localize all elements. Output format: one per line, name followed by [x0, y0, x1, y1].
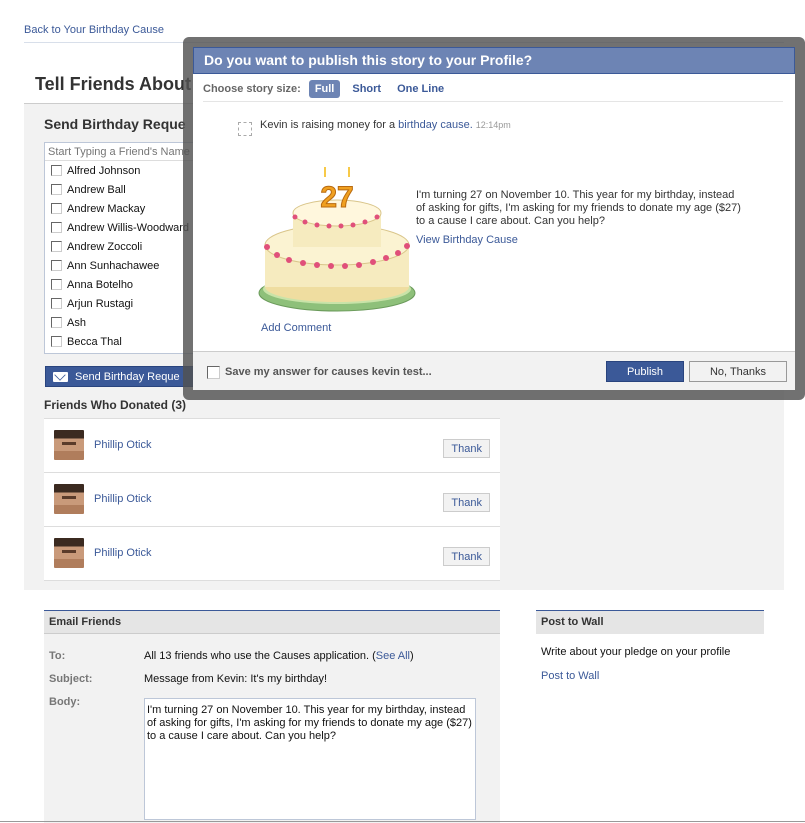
donor-row: Phillip Otick Thank: [44, 527, 500, 581]
friend-name: Arjun Rustagi: [67, 297, 134, 310]
friend-list: Alfred Johnson Andrew Ball Andrew Mackay An…: [45, 161, 203, 351]
thank-button[interactable]: Thank: [443, 439, 490, 458]
to-label: To:: [49, 650, 66, 662]
friend-checkbox[interactable]: [51, 279, 62, 290]
subject-value[interactable]: Message from Kevin: It's my birthday!: [144, 673, 327, 685]
friends-donated-title: Friends Who Donated (3): [44, 398, 186, 412]
save-answer-label: Save my answer for causes kevin test...: [225, 366, 432, 378]
story-body-text: I'm turning 27 on November 10. This year…: [416, 189, 741, 227]
friend-checkbox[interactable]: [51, 317, 62, 328]
thank-button[interactable]: Thank: [443, 547, 490, 566]
send-requests-title: Send Birthday Reque: [44, 116, 186, 132]
email-body-textarea[interactable]: I'm turning 27 on November 10. This year…: [144, 698, 476, 820]
birthday-cake-image: 27: [258, 167, 416, 312]
friend-checkbox[interactable]: [51, 222, 62, 233]
friend-name: Ann Sunhachawee: [67, 259, 160, 272]
publish-story-dialog: Do you want to publish this story to you…: [193, 47, 795, 390]
add-comment-link[interactable]: Add Comment: [261, 322, 331, 334]
donor-list: Phillip Otick Thank Phillip Otick Thank Phil…: [44, 418, 500, 581]
size-option-short[interactable]: Short: [352, 83, 381, 95]
avatar[interactable]: [54, 538, 84, 568]
thank-button[interactable]: Thank: [443, 493, 490, 512]
friend-name: Andrew Zoccoli: [67, 240, 143, 253]
send-birthday-requests-button[interactable]: Send Birthday Reque: [45, 366, 195, 387]
to-suffix: ): [410, 650, 414, 662]
size-option-full[interactable]: Full: [308, 80, 341, 98]
dialog-footer: Save my answer for causes kevin test... …: [193, 351, 795, 390]
dialog-title: Do you want to publish this story to you…: [193, 47, 795, 74]
friend-row[interactable]: Ash: [45, 313, 203, 332]
friend-name: Ash: [67, 316, 86, 329]
post-to-wall-link[interactable]: Post to Wall: [541, 670, 599, 682]
friend-checkbox[interactable]: [51, 203, 62, 214]
friend-name: Alfred Johnson: [67, 164, 141, 177]
to-text: All 13 friends who use the Causes applic…: [144, 650, 376, 662]
friend-search-input[interactable]: [45, 143, 203, 161]
publish-button[interactable]: Publish: [606, 361, 684, 382]
story-timestamp: 12:14pm: [475, 120, 511, 130]
friend-name: Andrew Mackay: [67, 202, 146, 215]
friend-checkbox[interactable]: [51, 184, 62, 195]
no-thanks-button[interactable]: No, Thanks: [689, 361, 787, 382]
to-value: All 13 friends who use the Causes applic…: [144, 650, 414, 662]
story-prefix: Kevin is raising money for a: [260, 119, 399, 131]
donor-row: Phillip Otick Thank: [44, 473, 500, 527]
friend-checkbox[interactable]: [51, 241, 62, 252]
friend-checkbox[interactable]: [51, 165, 62, 176]
divider: [203, 101, 783, 102]
send-button-label: Send Birthday Reque: [75, 370, 180, 383]
friend-row[interactable]: Becca Thal: [45, 332, 203, 351]
avatar[interactable]: [54, 430, 84, 460]
donor-name-link[interactable]: Phillip Otick: [94, 493, 151, 505]
friend-row[interactable]: Andrew Mackay: [45, 199, 203, 218]
birthday-cause-link[interactable]: birthday cause.: [398, 119, 473, 131]
friend-row[interactable]: Ann Sunhachawee: [45, 256, 203, 275]
friend-checkbox[interactable]: [51, 336, 62, 347]
see-all-link[interactable]: See All: [376, 650, 410, 662]
story-icon-placeholder: [238, 122, 252, 136]
post-to-wall-title: Post to Wall: [541, 616, 604, 628]
friend-row[interactable]: Arjun Rustagi: [45, 294, 203, 313]
story-size-selector: Choose story size: Full Short One Line: [203, 80, 460, 98]
donor-row: Phillip Otick Thank: [44, 419, 500, 473]
story-headline: Kevin is raising money for a birthday ca…: [260, 119, 511, 131]
friend-row[interactable]: Andrew Zoccoli: [45, 237, 203, 256]
donor-name-link[interactable]: Phillip Otick: [94, 547, 151, 559]
back-to-cause-link[interactable]: Back to Your Birthday Cause: [24, 24, 164, 36]
friend-name: Anna Botelho: [67, 278, 134, 291]
friend-checkbox[interactable]: [51, 298, 62, 309]
subject-label: Subject:: [49, 673, 93, 685]
page-title: Tell Friends About: [35, 74, 191, 94]
friend-row[interactable]: Andrew Willis-Woodward: [45, 218, 203, 237]
body-label: Body:: [49, 696, 81, 708]
envelope-icon: [53, 371, 68, 382]
friend-row[interactable]: Alfred Johnson: [45, 161, 203, 180]
friend-checkbox[interactable]: [51, 260, 62, 271]
friend-selector[interactable]: Alfred Johnson Andrew Ball Andrew Mackay An…: [44, 142, 204, 354]
friend-row[interactable]: Andrew Ball: [45, 180, 203, 199]
avatar[interactable]: [54, 484, 84, 514]
friend-name: Becca Thal: [67, 335, 122, 348]
email-friends-title: Email Friends: [49, 616, 122, 628]
friend-name: Andrew Ball: [67, 183, 126, 196]
cake-number: 27: [320, 181, 353, 214]
wall-description: Write about your pledge on your profile: [541, 646, 731, 658]
story-size-label: Choose story size:: [203, 83, 301, 95]
friend-name: Andrew Willis-Woodward: [67, 221, 190, 234]
size-option-one-line[interactable]: One Line: [397, 83, 444, 95]
divider: [0, 821, 805, 822]
friend-row[interactable]: Anna Botelho: [45, 275, 203, 294]
donor-name-link[interactable]: Phillip Otick: [94, 439, 151, 451]
save-answer-checkbox[interactable]: [207, 366, 220, 379]
view-birthday-cause-link[interactable]: View Birthday Cause: [416, 234, 518, 246]
